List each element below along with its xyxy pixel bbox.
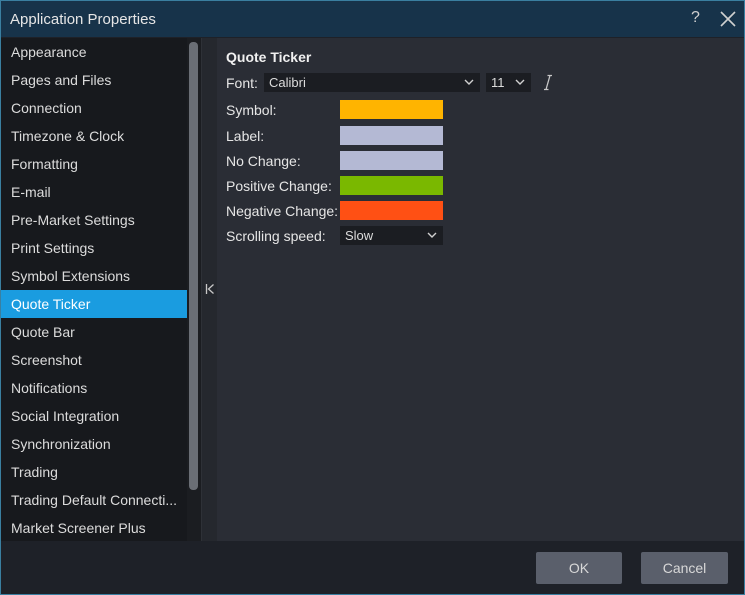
label-color-label: Label: (226, 128, 265, 144)
sidebar-item-label: Formatting (11, 156, 78, 172)
sidebar-item-label: Screenshot (11, 352, 82, 368)
sidebar-item-label: Print Settings (11, 240, 95, 256)
sidebar-item-formatting[interactable]: Formatting (1, 150, 187, 178)
negative-change-color-label: Negative Change: (226, 203, 339, 219)
scrolling-speed-value: Slow (345, 228, 374, 243)
sidebar-item-trading[interactable]: Trading (1, 458, 187, 486)
dialog-footer: OK Cancel (1, 541, 744, 594)
application-properties-dialog: Application Properties ? Appearance Page… (0, 0, 745, 595)
sidebar-item-label: Market Screener Plus (11, 520, 146, 536)
sidebar-item-screenshot[interactable]: Screenshot (1, 346, 187, 374)
cancel-button[interactable]: Cancel (641, 552, 728, 584)
chevron-down-icon (515, 79, 525, 85)
italic-icon[interactable] (543, 74, 553, 91)
font-size-value: 11 (491, 75, 505, 90)
symbol-color-swatch[interactable] (340, 100, 443, 119)
sidebar-item-pre-market-settings[interactable]: Pre-Market Settings (1, 206, 187, 234)
symbol-color-label: Symbol: (226, 102, 277, 118)
positive-change-color-label: Positive Change: (226, 178, 332, 194)
help-button[interactable]: ? (691, 9, 700, 27)
sidebar-item-label: Pages and Files (11, 72, 112, 88)
sidebar-item-synchronization[interactable]: Synchronization (1, 430, 187, 458)
font-label: Font: (226, 75, 258, 91)
sidebar-item-label: Symbol Extensions (11, 268, 131, 284)
sidebar-item-label: Quote Bar (11, 324, 75, 340)
sidebar-item-print-settings[interactable]: Print Settings (1, 234, 187, 262)
close-icon[interactable] (719, 10, 737, 28)
section-title: Quote Ticker (226, 49, 312, 65)
sidebar-item-email[interactable]: E-mail (1, 178, 187, 206)
sidebar-item-label: Social Integration (11, 408, 120, 424)
ok-button[interactable]: OK (536, 552, 622, 584)
quote-ticker-settings-panel: Quote Ticker Font: Calibri 11 Symbol: La… (217, 38, 744, 541)
scrolling-speed-label: Scrolling speed: (226, 228, 326, 244)
sidebar-item-label: Quote Ticker (11, 296, 91, 312)
collapse-left-icon[interactable] (204, 282, 216, 296)
sidebar-item-quote-ticker[interactable]: Quote Ticker (1, 290, 187, 318)
no-change-color-label: No Change: (226, 153, 301, 169)
sidebar-item-label: Appearance (11, 44, 87, 60)
window-title: Application Properties (10, 11, 156, 28)
sidebar-item-label: Connection (11, 100, 82, 116)
sidebar-item-quote-bar[interactable]: Quote Bar (1, 318, 187, 346)
settings-category-list: Appearance Pages and Files Connection Ti… (1, 38, 187, 541)
positive-change-color-swatch[interactable] (340, 176, 443, 195)
sidebar-item-label: Timezone & Clock (11, 128, 125, 144)
font-family-value: Calibri (269, 75, 306, 90)
sidebar-item-label: Trading (11, 464, 58, 480)
sidebar-item-label: Notifications (11, 380, 88, 396)
panel-splitter[interactable] (201, 38, 217, 541)
font-size-dropdown[interactable]: 11 (486, 73, 531, 92)
sidebar-item-label: Trading Default Connecti... (11, 492, 178, 508)
sidebar-item-social-integration[interactable]: Social Integration (1, 402, 187, 430)
sidebar-item-market-screener-plus[interactable]: Market Screener Plus (1, 514, 187, 541)
sidebar-scrollbar-thumb[interactable] (189, 42, 198, 490)
chevron-down-icon (427, 232, 437, 238)
no-change-color-swatch[interactable] (340, 151, 443, 170)
sidebar-item-connection[interactable]: Connection (1, 94, 187, 122)
sidebar-item-symbol-extensions[interactable]: Symbol Extensions (1, 262, 187, 290)
sidebar-item-pages-and-files[interactable]: Pages and Files (1, 66, 187, 94)
sidebar-item-timezone-clock[interactable]: Timezone & Clock (1, 122, 187, 150)
sidebar-scrollbar[interactable] (187, 38, 201, 541)
negative-change-color-swatch[interactable] (340, 201, 443, 220)
sidebar-item-label: Synchronization (11, 436, 111, 452)
sidebar-item-trading-default-connection[interactable]: Trading Default Connecti... (1, 486, 187, 514)
scrolling-speed-dropdown[interactable]: Slow (340, 226, 443, 245)
font-family-dropdown[interactable]: Calibri (264, 73, 480, 92)
chevron-down-icon (464, 79, 474, 85)
label-color-swatch[interactable] (340, 126, 443, 145)
sidebar-item-label: Pre-Market Settings (11, 212, 135, 228)
sidebar-item-appearance[interactable]: Appearance (1, 38, 187, 66)
sidebar-item-notifications[interactable]: Notifications (1, 374, 187, 402)
sidebar-item-label: E-mail (11, 184, 51, 200)
title-bar: Application Properties ? (1, 1, 744, 37)
